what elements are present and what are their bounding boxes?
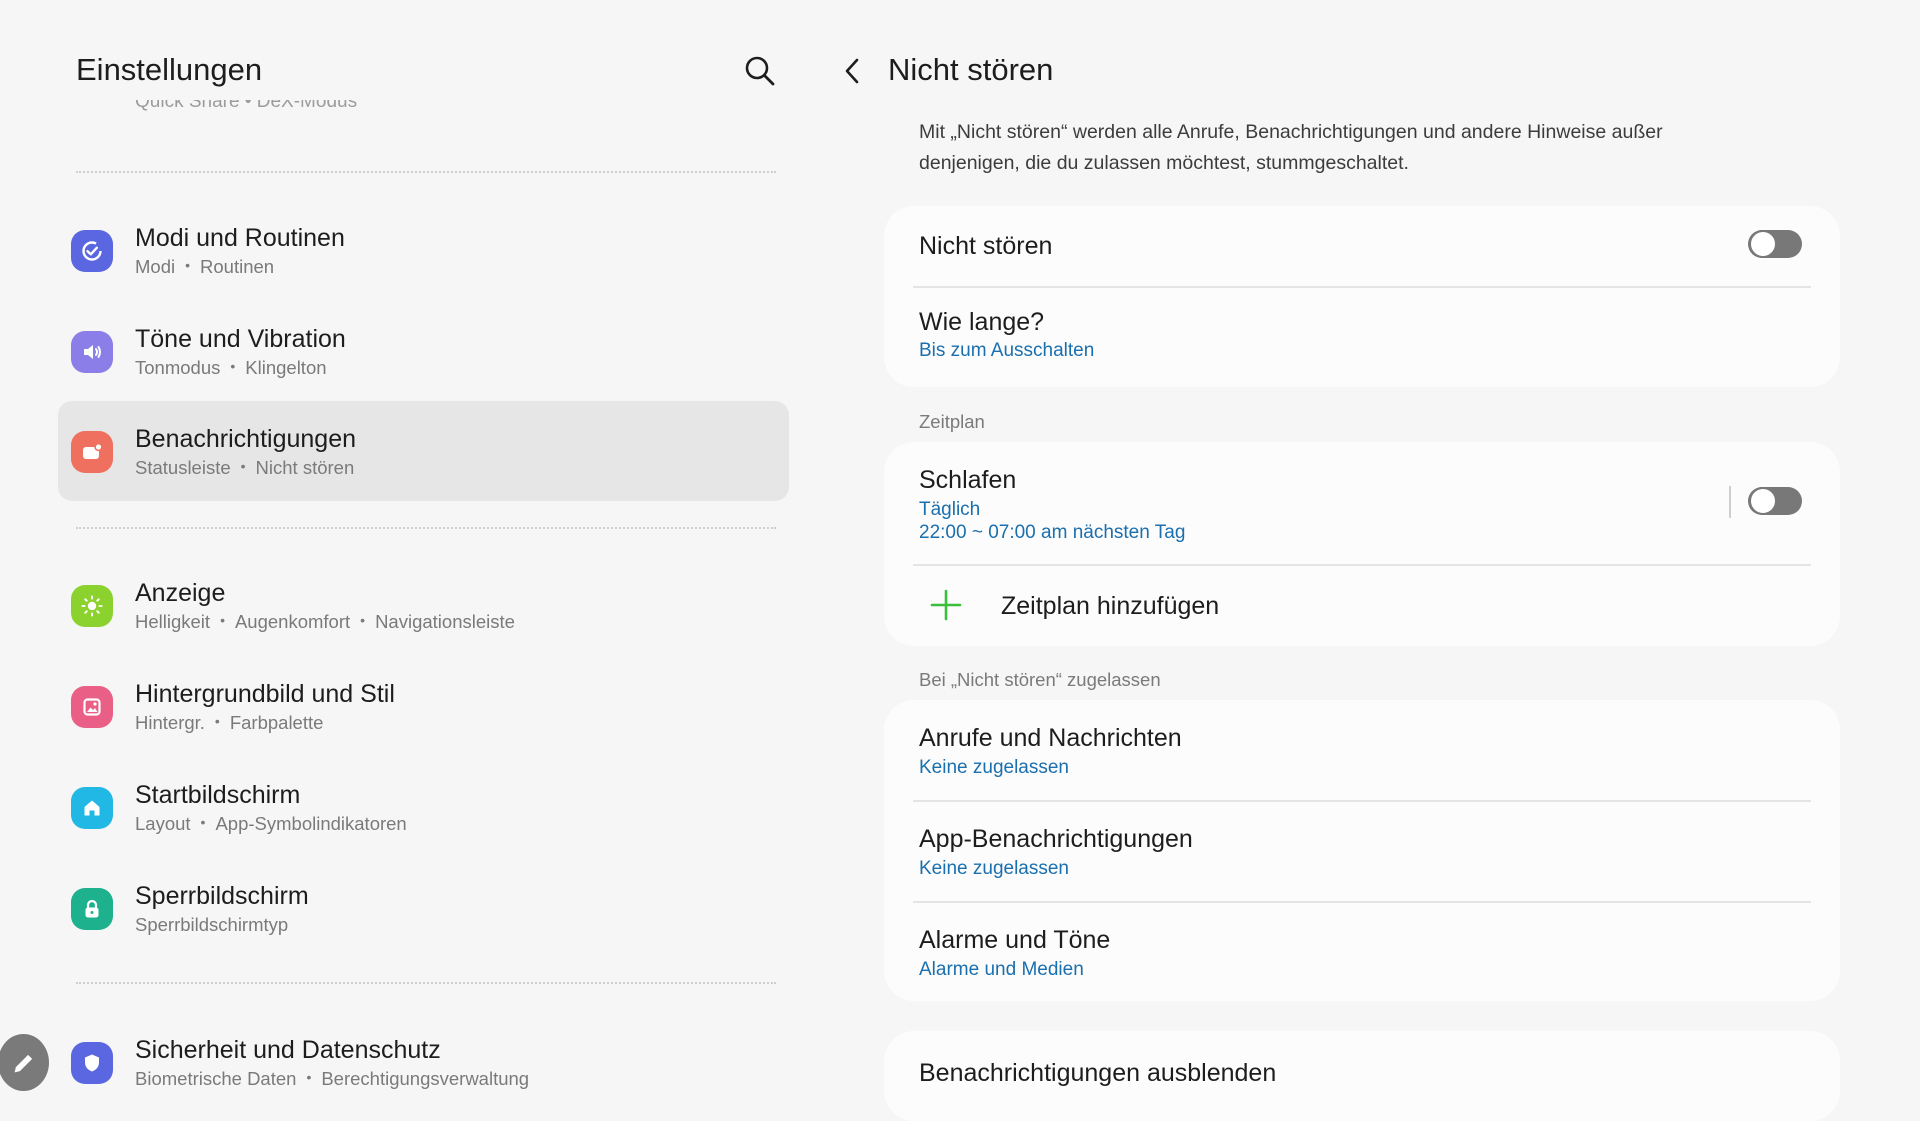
dnd-main-card: Nicht stören Wie lange? Bis zum Ausschal…	[884, 206, 1840, 387]
dnd-toggle[interactable]	[1748, 230, 1802, 258]
settings-title: Einstellungen	[76, 52, 263, 87]
notifications-icon	[71, 431, 113, 473]
dnd-toggle-row[interactable]: Nicht stören	[884, 206, 1840, 287]
menu-item-subtitle: Biometrische Daten • Berechtigungsverwaltu…	[135, 1068, 530, 1089]
sleep-toggle[interactable]	[1748, 487, 1802, 515]
menu-item-subtitle: Modi • Routinen	[135, 256, 275, 277]
dnd-label: Nicht stören	[919, 232, 1053, 260]
modes-icon	[71, 230, 113, 272]
menu-item-title: Anzeige	[135, 579, 226, 607]
sleep-days: Täglich	[919, 499, 981, 520]
menu-item-lock-screen[interactable]: Sperrbildschirm Sperrbildschirmtyp	[58, 858, 789, 958]
alarms-sounds-row[interactable]: Alarme und Töne Alarme und Medien	[884, 902, 1840, 1001]
plus-icon	[930, 589, 962, 621]
menu-item-subtitle: Hintergr. • Farbpalette	[135, 712, 324, 733]
menu-item-title: Töne und Vibration	[135, 325, 346, 353]
group-divider	[76, 982, 776, 984]
menu-item-notifications[interactable]: Benachrichtigungen Statusleiste • Nicht st…	[58, 401, 789, 501]
menu-item-display[interactable]: Anzeige Helligkeit • Augenkomfort • Navigati…	[58, 555, 789, 655]
sound-icon	[71, 331, 113, 373]
menu-item-subtitle: Sperrbildschirmtyp	[135, 914, 289, 935]
add-schedule-label: Zeitplan hinzufügen	[1001, 592, 1220, 620]
menu-item-wallpaper-style[interactable]: Hintergrundbild und Stil Hintergr. • Farbp…	[58, 656, 789, 756]
toggle-separator	[1729, 486, 1731, 518]
hide-notifications-label: Benachrichtigungen ausblenden	[919, 1059, 1277, 1087]
menu-item-title: Hintergrundbild und Stil	[135, 680, 395, 708]
allowed-section-label: Bei „Nicht stören“ zugelassen	[919, 669, 1161, 690]
menu-item-subtitle: Layout • App-Symbolindikatoren	[135, 813, 407, 834]
menu-item-title: Sicherheit und Datenschutz	[135, 1036, 441, 1064]
lock-icon	[71, 888, 113, 930]
sleep-schedule-row[interactable]: Schlafen Täglich 22:00 ~ 07:00 am nächst…	[884, 442, 1840, 564]
sleep-label: Schlafen	[919, 466, 1017, 494]
allowed-item-value: Keine zugelassen	[919, 858, 1069, 879]
menu-item-subtitle: Tonmodus • Klingelton	[135, 357, 327, 378]
menu-item-modes-routines[interactable]: Modi und Routinen Modi • Routinen	[58, 200, 789, 300]
menu-item-sounds-vibration[interactable]: Töne und Vibration Tonmodus • Klingelton	[58, 301, 789, 401]
menu-item-title: Modi und Routinen	[135, 224, 345, 252]
pencil-icon	[14, 1054, 32, 1072]
menu-item-subtitle: Helligkeit • Augenkomfort • Navigationsleist…	[135, 611, 515, 632]
duration-value: Bis zum Ausschalten	[919, 340, 1095, 361]
menu-item-home-screen[interactable]: Startbildschirm Layout • App-Symbolindikat…	[58, 757, 789, 857]
group-divider	[76, 527, 776, 529]
allowed-item-label: App-Benachrichtigungen	[919, 825, 1193, 853]
hide-notifications-card[interactable]: Benachrichtigungen ausblenden	[884, 1031, 1840, 1121]
scrolled-item-subtitle: Quick Share • DeX-Modus	[135, 100, 358, 112]
sleep-time: 22:00 ~ 07:00 am nächsten Tag	[919, 522, 1186, 543]
allowed-item-label: Alarme und Töne	[919, 926, 1111, 954]
app-notifications-row[interactable]: App-Benachrichtigungen Keine zugelassen	[884, 801, 1840, 901]
back-arrow-icon[interactable]	[838, 54, 868, 88]
display-icon	[71, 585, 113, 627]
menu-item-title: Sperrbildschirm	[135, 882, 309, 910]
search-icon[interactable]	[743, 54, 777, 88]
menu-item-title: Benachrichtigungen	[135, 425, 356, 453]
group-divider	[76, 171, 776, 173]
wallpaper-icon	[71, 686, 113, 728]
menu-item-subtitle: Statusleiste • Nicht stören	[135, 457, 355, 478]
allowed-card: Anrufe und Nachrichten Keine zugelassen …	[884, 700, 1840, 1001]
duration-label: Wie lange?	[919, 308, 1045, 336]
menu-item-security-privacy[interactable]: Sicherheit und Datenschutz Biometrische …	[58, 1012, 789, 1112]
add-schedule-row[interactable]: Zeitplan hinzufügen	[884, 566, 1840, 646]
schedule-card: Schlafen Täglich 22:00 ~ 07:00 am nächst…	[884, 442, 1840, 646]
edit-button[interactable]	[0, 1034, 49, 1091]
shield-icon	[71, 1042, 113, 1084]
allowed-item-value: Alarme und Medien	[919, 959, 1084, 980]
page-description: Mit „Nicht stören“ werden alle Anrufe, B…	[919, 121, 1663, 174]
duration-row[interactable]: Wie lange? Bis zum Ausschalten	[884, 288, 1840, 387]
allowed-item-label: Anrufe und Nachrichten	[919, 724, 1182, 752]
menu-item-title: Startbildschirm	[135, 781, 301, 809]
schedule-section-label: Zeitplan	[919, 411, 985, 432]
calls-messages-row[interactable]: Anrufe und Nachrichten Keine zugelassen	[884, 700, 1840, 800]
allowed-item-value: Keine zugelassen	[919, 757, 1069, 778]
page-title: Nicht stören	[888, 52, 1054, 87]
home-icon	[71, 787, 113, 829]
